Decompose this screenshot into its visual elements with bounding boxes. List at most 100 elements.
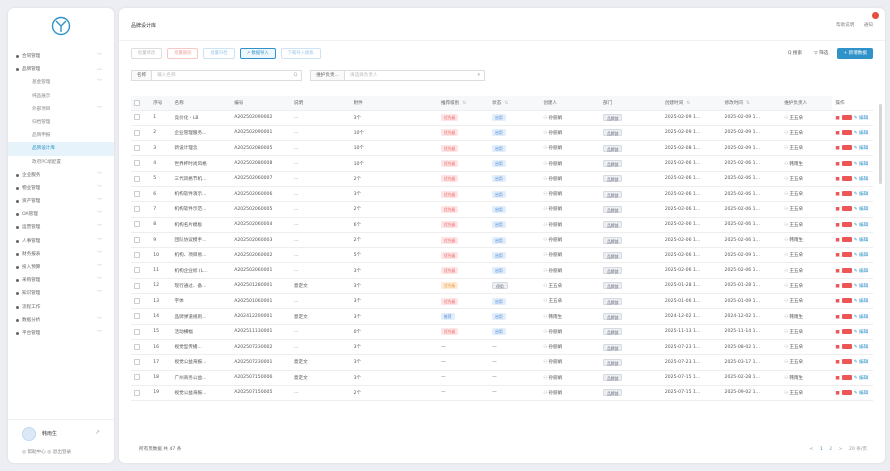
toolbar-button[interactable]: 批量删除 xyxy=(167,48,199,59)
sidebar-item[interactable]: OA管理 ﹀ xyxy=(8,208,114,221)
archive-button[interactable] xyxy=(841,282,852,288)
archive-button[interactable] xyxy=(841,267,852,273)
table-row[interactable]: 8 机构名片模板 A202502060004... 6个 优先级 启用 ⚇孙丽娟 品牌部 202… xyxy=(131,217,873,233)
sidebar-item[interactable]: 人事管理 ﹀ xyxy=(8,235,114,248)
row-checkbox[interactable] xyxy=(134,206,140,213)
row-attachments[interactable]: 5个 xyxy=(354,253,362,258)
delete-icon[interactable]: ■ xyxy=(835,146,839,151)
toolbar-button[interactable]: 批量修改 xyxy=(131,48,163,59)
row-checkbox[interactable] xyxy=(134,129,140,136)
sidebar-item[interactable]: 品牌设计库 xyxy=(8,142,114,156)
archive-button[interactable] xyxy=(841,328,852,334)
delete-icon[interactable]: ■ xyxy=(835,131,839,136)
edit-button[interactable]: 编辑 xyxy=(859,376,868,381)
row-name[interactable]: 机构企业标 (L... xyxy=(175,269,208,274)
toolbar-button[interactable]: 批量归档 xyxy=(203,48,235,59)
row-attachments[interactable]: 3个 xyxy=(354,376,362,381)
delete-icon[interactable]: ■ xyxy=(835,192,839,197)
edit-button[interactable]: 编辑 xyxy=(859,391,868,396)
delete-icon[interactable]: ■ xyxy=(835,253,839,258)
table-row[interactable]: 2 企业管理服务... A202502090001... 10个 优先级 启用 ⚇孙丽娟 品牌… xyxy=(131,125,873,142)
archive-button[interactable] xyxy=(841,298,852,304)
sidebar-item[interactable]: 政府PC端配置 xyxy=(8,156,114,169)
sidebar-item[interactable]: 采购管理 ﹀ xyxy=(8,274,114,287)
vertical-scrollbar[interactable] xyxy=(879,104,882,184)
sort-icon[interactable]: ⇅ xyxy=(686,101,690,106)
edit-button[interactable]: 编辑 xyxy=(859,345,868,350)
row-checkbox[interactable] xyxy=(134,313,140,320)
row-name[interactable]: 机构软件演示... xyxy=(175,192,207,197)
row-name[interactable]: 竞价化 - LB xyxy=(175,116,199,121)
edit-button[interactable]: 编辑 xyxy=(859,360,868,365)
page-2-button[interactable]: 2 xyxy=(829,447,832,452)
archive-button[interactable] xyxy=(841,221,852,227)
sort-icon[interactable]: ⇅ xyxy=(746,101,750,106)
sidebar-item[interactable]: 纯品展示 xyxy=(8,90,114,103)
row-attachments[interactable]: 2个 xyxy=(354,391,362,396)
table-row[interactable]: 4 世界杯时尚风格 A202502080008... 10个 优先级 启用 ⚇孙丽娟 品牌部 2… xyxy=(131,155,873,172)
row-name[interactable]: 视觉型传播... xyxy=(175,345,202,350)
table-row[interactable]: 6 机构软件演示... A202502060006... 3个 优先级 启用 ⚇孙丽娟 品牌部… xyxy=(131,186,873,203)
row-attachments[interactable]: 3个 xyxy=(354,345,362,350)
edit-button[interactable]: 编辑 xyxy=(859,162,868,167)
sidebar-item[interactable]: 品牌申报 xyxy=(8,129,114,142)
select-all-checkbox[interactable] xyxy=(134,99,140,106)
table-row[interactable]: 17 视觉公益海报... A202507230001 意定文 3个 — — ⚇孙丽娟 品牌部 20… xyxy=(131,354,873,371)
row-checkbox[interactable] xyxy=(134,190,140,197)
row-attachments[interactable]: 3个 xyxy=(354,284,362,289)
table-row[interactable]: 13 字体 A202501060001... 3个 优先级 启用 ⚇王五朵 品牌部 2025-0… xyxy=(131,293,873,310)
row-checkbox[interactable] xyxy=(134,343,140,350)
delete-icon[interactable]: ■ xyxy=(835,116,839,121)
delete-icon[interactable]: ■ xyxy=(835,345,839,350)
row-name[interactable]: 广州商务公益... xyxy=(175,376,207,381)
delete-icon[interactable]: ■ xyxy=(835,299,839,304)
row-attachments[interactable]: 3个 xyxy=(354,315,362,320)
delete-icon[interactable]: ■ xyxy=(835,391,839,396)
name-filter-input[interactable]: 输入名称 Q xyxy=(152,70,303,81)
delete-icon[interactable]: ■ xyxy=(835,330,839,335)
row-attachments[interactable]: 3个 xyxy=(354,360,362,365)
row-attachments[interactable]: 2个 xyxy=(354,177,362,182)
row-attachments[interactable]: 0个 xyxy=(354,330,362,335)
sidebar-item[interactable]: 投入预算 ﹀ xyxy=(8,261,114,274)
sidebar-item[interactable]: 资产管理 ﹀ xyxy=(8,195,114,208)
archive-button[interactable] xyxy=(841,374,852,380)
row-attachments[interactable]: 10个 xyxy=(354,146,364,151)
table-row[interactable]: 11 机构企业标 (L... A202502060001... 3个 优先级 启用 ⚇孙丽娟… xyxy=(131,262,873,279)
archive-button[interactable] xyxy=(841,359,852,365)
row-attachments[interactable]: 3个 xyxy=(354,116,362,121)
row-checkbox[interactable] xyxy=(134,160,140,167)
delete-icon[interactable]: ■ xyxy=(835,269,839,274)
row-attachments[interactable]: 3个 xyxy=(354,192,362,197)
row-name[interactable]: 现行通过、备... xyxy=(175,284,207,289)
table-row[interactable]: 16 视觉型传播... A202507230002... 3个 — — ⚇孙丽娟 品牌部 202… xyxy=(131,339,873,356)
sidebar-item[interactable]: 外部项目 ﹀ xyxy=(8,103,114,116)
row-checkbox[interactable] xyxy=(134,374,140,381)
table-row[interactable]: 3 新设计理念 A202502080005... 10个 优先级 启用 ⚇孙丽娟 品牌部 202… xyxy=(131,140,873,157)
row-checkbox[interactable] xyxy=(134,267,140,274)
archive-button[interactable] xyxy=(841,129,852,135)
row-name[interactable]: 视觉公益海报... xyxy=(175,360,207,365)
sidebar-item[interactable]: 知识管理 ﹀ xyxy=(8,287,114,300)
row-checkbox[interactable] xyxy=(134,144,140,151)
edit-button[interactable]: 编辑 xyxy=(859,177,868,182)
edit-button[interactable]: 编辑 xyxy=(859,269,868,274)
row-name[interactable]: 活动横幅 xyxy=(175,330,193,335)
sidebar-item[interactable]: 财务报表 ﹀ xyxy=(8,248,114,261)
edit-button[interactable]: 编辑 xyxy=(859,238,868,243)
sidebar-item[interactable]: 平台管理 ﹀ xyxy=(8,327,114,340)
table-row[interactable]: 9 团队协议模手... A202502060003... 2个 优先级 启用 ⚇孙丽娟 品牌部… xyxy=(131,232,873,249)
archive-button[interactable] xyxy=(841,114,852,120)
table-row[interactable]: 14 品牌弹道规则... A202412200001 意定文 3个 推荐 启用 ⚇韩雨生 品牌部… xyxy=(131,308,873,325)
edit-button[interactable]: 编辑 xyxy=(859,299,868,304)
edit-button[interactable]: 编辑 xyxy=(859,315,868,320)
delete-icon[interactable]: ■ xyxy=(835,177,839,182)
row-attachments[interactable]: 10个 xyxy=(354,131,364,136)
delete-icon[interactable]: ■ xyxy=(835,207,839,212)
archive-button[interactable] xyxy=(841,344,852,350)
archive-button[interactable] xyxy=(841,145,852,151)
table-row[interactable]: 18 广州商务公益... A202507150006 意定文 3个 — — ⚇孙丽娟 品牌部 20… xyxy=(131,370,873,386)
row-name[interactable]: 视觉公益海报... xyxy=(175,391,207,396)
row-name[interactable]: 新设计理念 xyxy=(175,146,198,151)
row-checkbox[interactable] xyxy=(134,297,140,304)
